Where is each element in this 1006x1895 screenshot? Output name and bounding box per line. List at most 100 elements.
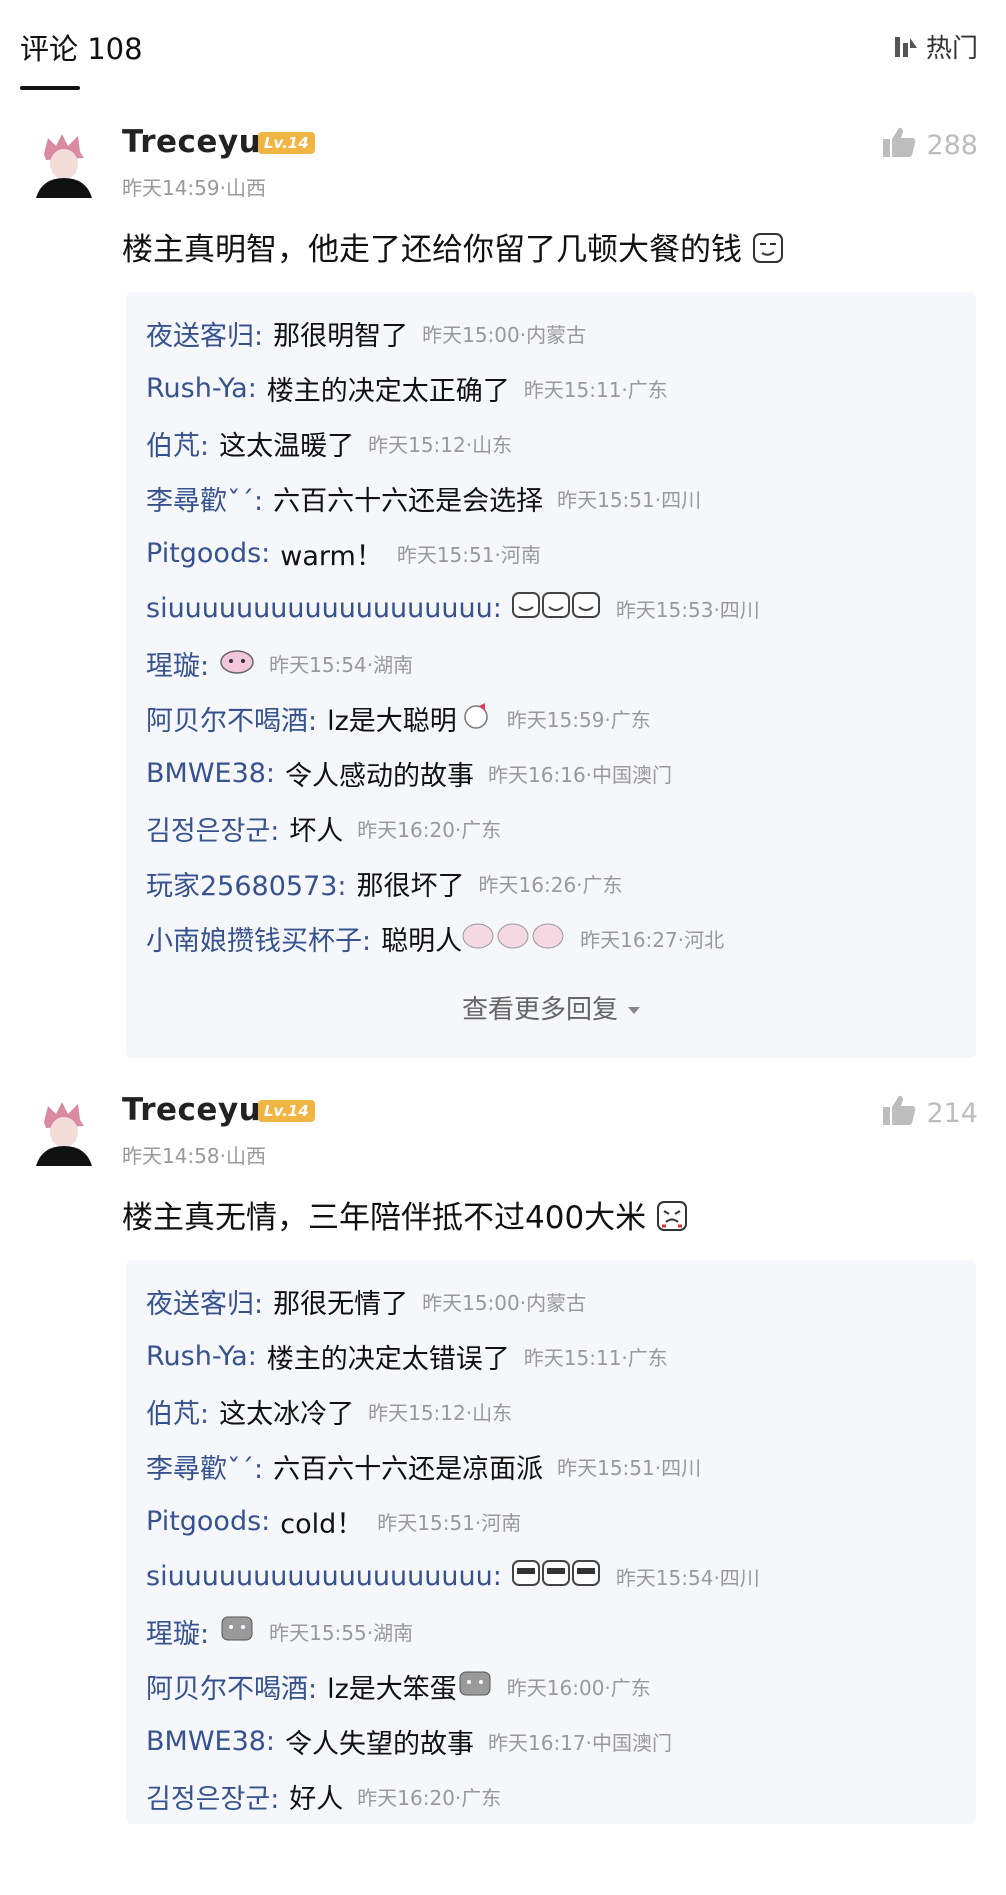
like-button[interactable]: 214 (882, 1094, 978, 1133)
reply-item[interactable]: siuuuuuuuuuuuuuuuuuuu: 昨天15:53·四川 (146, 581, 956, 636)
reply-author[interactable]: 夜送客归: (146, 1282, 263, 1321)
reply-item[interactable]: siuuuuuuuuuuuuuuuuuuu: 昨天15:54·四川 (146, 1549, 956, 1604)
reply-emoji-group (511, 591, 602, 626)
reply-text: 那很坏了 (356, 871, 465, 902)
reply-item[interactable]: 김정은장군: 好人 昨天16:20·广东 (146, 1769, 956, 1824)
reply-item[interactable]: BMWE38: 令人失望的故事 昨天16:17·中国澳门 (146, 1714, 956, 1769)
reply-meta: 昨天15:53·四川 (615, 598, 760, 622)
reply-text: 楼主的决定太正确了 (266, 376, 510, 407)
username[interactable]: Treceyu (122, 1092, 261, 1128)
reply-author[interactable]: BMWE38: (146, 758, 275, 789)
thumbs-up-icon (882, 1094, 916, 1133)
comment-text: 楼主真无情，三年陪伴抵不过400大米 (122, 1192, 688, 1240)
comment-text-content: 楼主真明智，他走了还给你留了几顿大餐的钱 (122, 232, 742, 268)
level-badge: Lv.14 (258, 132, 315, 154)
reply-item[interactable]: 玩家25680573: 那很坏了 昨天16:26·广东 (146, 856, 956, 911)
reply-meta: 昨天15:55·湖南 (269, 1621, 414, 1645)
reply-emoji (219, 646, 255, 681)
reply-item[interactable]: 瑆璇: 昨天15:54·湖南 (146, 636, 956, 691)
sort-icon (892, 34, 918, 60)
reply-text: 坏人 (289, 816, 344, 847)
like-button[interactable]: 288 (882, 126, 978, 165)
reply-author[interactable]: 瑆璇: (146, 644, 209, 683)
reply-item[interactable]: BMWE38: 令人感动的故事 昨天16:16·中国澳门 (146, 746, 956, 801)
reply-author[interactable]: Rush-Ya: (146, 1341, 257, 1372)
reply-author[interactable]: 夜送客归: (146, 314, 263, 353)
avatar[interactable] (34, 132, 94, 198)
reply-author[interactable]: 李尋歡ˇˊ: (146, 1447, 263, 1486)
reply-author[interactable]: 阿贝尔不喝酒: (146, 1667, 317, 1706)
reply-author[interactable]: 伯芃: (146, 1392, 209, 1431)
cute-sticker-icon (220, 650, 254, 674)
reply-author[interactable]: 김정은장군: (146, 1777, 279, 1816)
reply-item[interactable]: 瑆璇: 昨天15:55·湖南 (146, 1604, 956, 1659)
reply-text: 这太温暖了 (219, 431, 355, 462)
like-count: 288 (926, 130, 978, 161)
reply-author[interactable]: Pitgoods: (146, 538, 270, 569)
reply-author[interactable]: 李尋歡ˇˊ: (146, 479, 263, 518)
sort-hot-button[interactable]: 热门 (892, 28, 978, 65)
reply-item[interactable]: 김정은장군: 坏人 昨天16:20·广东 (146, 801, 956, 856)
crying-emoji-icon (656, 1200, 688, 1240)
reply-meta: 昨天15:11·广东 (523, 1346, 668, 1370)
reply-text: 那很明智了 (273, 321, 409, 352)
reply-meta: 昨天15:51·河南 (396, 543, 541, 567)
reply-meta: 昨天16:17·中国澳门 (488, 1731, 673, 1755)
tab-underline (20, 86, 80, 90)
reply-item[interactable]: 夜送客归: 那很无情了 昨天15:00·内蒙古 (146, 1274, 956, 1329)
reply-author[interactable]: siuuuuuuuuuuuuuuuuuuu: (146, 1561, 502, 1592)
reply-author[interactable]: 阿贝尔不喝酒: (146, 699, 317, 738)
reply-meta: 昨天16:20·广东 (357, 818, 502, 842)
reply-item[interactable]: 小南娘攒钱买杯子: 聪明人 昨天16:27·河北 (146, 911, 956, 966)
reply-item[interactable]: 阿贝尔不喝酒: lz是大笨蛋 昨天16:00·广东 (146, 1659, 956, 1714)
reply-meta: 昨天15:12·山东 (368, 433, 513, 457)
reply-item[interactable]: 阿贝尔不喝酒: lz是大聪明 昨天15:59·广东 (146, 691, 956, 746)
reply-text: lz是大聪明 (327, 706, 457, 737)
avatar[interactable] (34, 1100, 94, 1166)
reply-text: 令人感动的故事 (285, 761, 475, 792)
gray-cat-sticker-icon (457, 1669, 493, 1704)
comment-text-content: 楼主真无情，三年陪伴抵不过400大米 (122, 1200, 647, 1236)
view-more-replies-button[interactable]: 查看更多回复 (146, 966, 956, 1058)
reply-item[interactable]: Rush-Ya: 楼主的决定太错误了 昨天15:11·广东 (146, 1329, 956, 1384)
comments-header: 评论 108 热门 (0, 0, 1006, 96)
reply-item[interactable]: Pitgoods: cold！ 昨天15:51·河南 (146, 1494, 956, 1549)
sunglasses-emoji-icon (511, 1560, 600, 1586)
reply-item[interactable]: 伯芃: 这太冰冷了 昨天15:12·山东 (146, 1384, 956, 1439)
reply-meta: 昨天16:27·河北 (580, 928, 725, 952)
reply-meta: 昨天15:00·内蒙古 (422, 323, 587, 347)
reply-item[interactable]: Rush-Ya: 楼主的决定太正确了 昨天15:11·广东 (146, 361, 956, 416)
reply-item[interactable]: 伯芃: 这太温暖了 昨天15:12·山东 (146, 416, 956, 471)
thumbs-up-icon (882, 126, 916, 165)
reply-item[interactable]: 夜送客归: 那很明智了 昨天15:00·内蒙古 (146, 306, 956, 361)
reply-author[interactable]: 伯芃: (146, 424, 209, 463)
comments-count-title: 评论 108 (20, 32, 143, 66)
comment-item: Treceyu Lv.14 288 昨天14:59·山西 楼主真明智，他走了还给… (0, 124, 1006, 1058)
reply-emoji-group (511, 1559, 602, 1594)
reply-author[interactable]: 김정은장군: (146, 809, 279, 848)
comment-meta: 昨天14:58·山西 (122, 1144, 266, 1168)
reply-meta: 昨天15:12·山东 (368, 1401, 513, 1425)
username[interactable]: Treceyu (122, 124, 261, 160)
level-badge: Lv.14 (258, 1100, 315, 1122)
reply-meta: 昨天15:51·四川 (557, 1456, 702, 1480)
reply-meta: 昨天16:16·中国澳门 (488, 763, 673, 787)
smirk-emoji-icon (752, 232, 784, 272)
reply-meta: 昨天16:20·广东 (357, 1786, 502, 1810)
reply-item[interactable]: Pitgoods: warm！ 昨天15:51·河南 (146, 526, 956, 581)
reply-author[interactable]: 瑆璇: (146, 1612, 209, 1651)
reply-author[interactable]: 玩家25680573: (146, 864, 347, 903)
reply-author[interactable]: Rush-Ya: (146, 373, 257, 404)
reply-author[interactable]: siuuuuuuuuuuuuuuuuuuu: (146, 593, 502, 624)
sort-label: 热门 (925, 34, 978, 64)
reply-text: lz是大笨蛋 (327, 1674, 457, 1705)
bow-sticker-icon (459, 701, 493, 736)
comment-meta: 昨天14:59·山西 (122, 176, 266, 200)
reply-author[interactable]: 小南娘攒钱买杯子: (146, 919, 371, 958)
reply-item[interactable]: 李尋歡ˇˊ: 六百六十六还是会选择 昨天15:51·四川 (146, 471, 956, 526)
reply-item[interactable]: 李尋歡ˇˊ: 六百六十六还是凉面派 昨天15:51·四川 (146, 1439, 956, 1494)
sticker-group-icon (462, 920, 566, 957)
reply-author[interactable]: BMWE38: (146, 1726, 275, 1757)
reply-text: 那很无情了 (273, 1289, 409, 1320)
reply-author[interactable]: Pitgoods: (146, 1506, 270, 1537)
